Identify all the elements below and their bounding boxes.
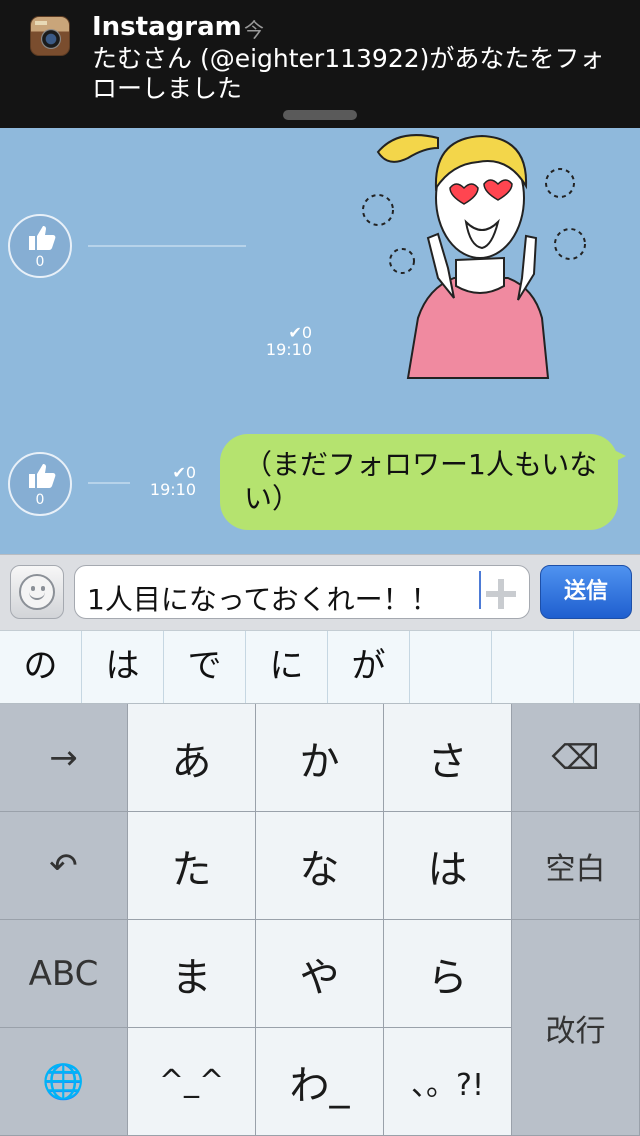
key-ta[interactable]: た — [128, 812, 256, 920]
kaomoji-key[interactable]: ^_^ — [128, 1028, 256, 1136]
like-count: 0 — [35, 254, 45, 270]
like-button[interactable]: 0 — [8, 452, 72, 516]
message-time: 19:10 — [149, 480, 196, 499]
text-caret — [479, 571, 481, 609]
message-meta: ✔0 19:10 — [136, 464, 196, 498]
sticker-woman-heart-eyes[interactable] — [358, 128, 588, 384]
smiley-icon — [19, 574, 55, 610]
key-ra[interactable]: ら — [384, 920, 512, 1028]
space-key[interactable]: 空白 — [512, 812, 640, 920]
backspace-key[interactable]: ⌫ — [512, 704, 640, 812]
enter-key[interactable]: 改行 — [512, 920, 640, 1136]
candidate-empty — [574, 631, 640, 703]
key-ha[interactable]: は — [384, 812, 512, 920]
candidate-item[interactable]: で — [164, 631, 246, 703]
message-time: 19:10 — [265, 340, 312, 359]
chat-area[interactable]: 0 ✔0 19:10 0 ✔0 19:10 （まだフォロワー1人もいない） — [0, 128, 640, 554]
like-count: 0 — [35, 492, 45, 508]
abc-mode-key[interactable]: ABC — [0, 920, 128, 1028]
cursor-right-key[interactable]: → — [0, 704, 128, 812]
prediction-candidate-bar: の は で に が — [0, 630, 640, 704]
read-receipt: ✔0 — [288, 323, 312, 342]
key-ma[interactable]: ま — [128, 920, 256, 1028]
notification-app-name: Instagram — [92, 12, 242, 42]
candidate-item[interactable]: が — [328, 631, 410, 703]
banner-grabber-handle[interactable] — [283, 110, 357, 120]
punctuation-key[interactable]: 、。?! — [384, 1028, 512, 1136]
notification-time: 今 — [244, 18, 264, 42]
thumbs-up-icon — [29, 464, 56, 488]
undo-key[interactable]: ↶ — [0, 812, 128, 920]
message-input[interactable]: 1人目になっておくれー！！ — [74, 565, 530, 619]
emoji-button[interactable] — [10, 565, 64, 619]
candidate-item[interactable]: は — [82, 631, 164, 703]
key-ka[interactable]: か — [256, 704, 384, 812]
like-divider — [88, 482, 130, 484]
instagram-app-icon — [30, 16, 70, 56]
candidate-item[interactable]: の — [0, 631, 82, 703]
send-button[interactable]: 送信 — [540, 565, 632, 619]
like-divider — [88, 245, 246, 247]
notification-message: たむさん (@eighter113922)があなたをフォローしました — [92, 44, 605, 103]
message-input-bar: 1人目になっておくれー！！ 送信 — [0, 554, 640, 630]
candidate-empty — [492, 631, 574, 703]
notification-banner[interactable]: Instagram 今 たむさん (@eighter113922)があなたをフォ… — [0, 0, 640, 128]
like-button[interactable]: 0 — [8, 214, 72, 278]
globe-key[interactable]: 🌐 — [0, 1028, 128, 1136]
candidate-empty — [410, 631, 492, 703]
key-wa[interactable]: わ_ — [256, 1028, 384, 1136]
message-meta: ✔0 19:10 — [250, 324, 312, 358]
plus-icon[interactable] — [486, 579, 516, 609]
read-receipt: ✔0 — [172, 463, 196, 482]
key-na[interactable]: な — [256, 812, 384, 920]
candidate-item[interactable]: に — [246, 631, 328, 703]
message-bubble[interactable]: （まだフォロワー1人もいない） — [220, 434, 626, 530]
thumbs-up-icon — [29, 226, 56, 250]
key-a[interactable]: あ — [128, 704, 256, 812]
japanese-flick-keyboard: → あ か さ ⌫ ↶ た な は 空白 ABC ま や ら 🌐 ^_^ わ_ … — [0, 704, 640, 1136]
key-ya[interactable]: や — [256, 920, 384, 1028]
key-sa[interactable]: さ — [384, 704, 512, 812]
